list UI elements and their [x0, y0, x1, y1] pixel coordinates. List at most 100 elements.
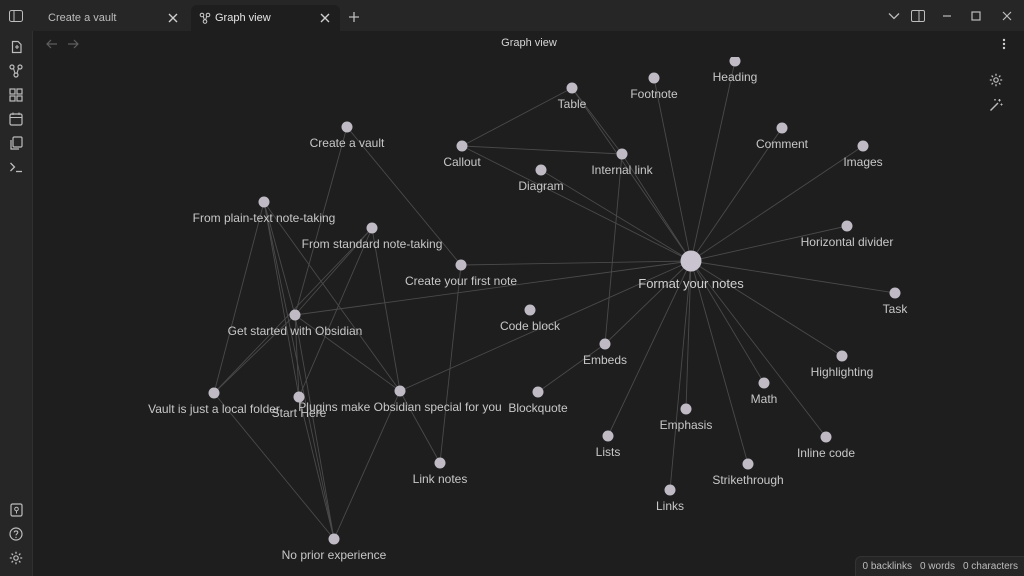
graph-edge: [604, 260, 692, 345]
graph-node-label: Blockquote: [508, 401, 568, 415]
graph-edge: [263, 201, 300, 398]
split-view-icon[interactable]: [909, 7, 927, 25]
graph-node-label: Inline code: [797, 446, 855, 460]
graph-node-label: From standard note-taking: [302, 237, 443, 251]
tab-create-a-vault[interactable]: Create a vault: [36, 5, 188, 31]
graph-node-plaintext[interactable]: [258, 196, 270, 208]
graph-node-vaultfolder[interactable]: [208, 387, 220, 399]
graph-node-label: Format your notes: [638, 276, 744, 291]
graph-node-firstnote[interactable]: [455, 259, 467, 271]
close-icon[interactable]: [318, 11, 332, 25]
graph-node-inlinecode[interactable]: [820, 431, 832, 443]
graph-node-format[interactable]: [680, 250, 702, 272]
graph-node-label: Create a vault: [310, 136, 385, 150]
graph-svg[interactable]: Format your notes Heading Footnote Table Com…: [34, 57, 1024, 576]
graph-node-strikethrough[interactable]: [742, 458, 754, 470]
graph-node-embeds[interactable]: [599, 338, 611, 350]
graph-edge: [461, 145, 623, 155]
graph-node-heading[interactable]: [729, 57, 741, 67]
graph-edge: [537, 343, 606, 393]
graph-node-label: Horizontal divider: [801, 235, 894, 249]
graph-node-plugins[interactable]: [394, 385, 406, 397]
open-files-icon[interactable]: [6, 37, 26, 57]
graph-node-blockquote[interactable]: [532, 386, 544, 398]
graph-edge: [604, 153, 623, 345]
graph-node-images[interactable]: [857, 140, 869, 152]
graph-node-highlighting[interactable]: [836, 350, 848, 362]
graph-node-codeblock[interactable]: [524, 304, 536, 316]
graph-node-hdivider[interactable]: [841, 220, 853, 232]
graph-canvas[interactable]: Format your notes Heading Footnote Table Com…: [34, 57, 1024, 576]
graph-node-label: Task: [883, 302, 909, 316]
graph-node-label: Strikethrough: [712, 473, 783, 487]
new-tab-icon[interactable]: [345, 8, 363, 26]
graph-node-comment[interactable]: [776, 122, 788, 134]
graph-node-footnote[interactable]: [648, 72, 660, 84]
animate-wand-icon[interactable]: [989, 98, 1007, 116]
graph-node-label: Lists: [596, 445, 621, 459]
graph-node-label: Diagram: [518, 179, 563, 193]
vault-icon[interactable]: [6, 500, 26, 520]
backlinks-count[interactable]: 0 backlinks: [862, 561, 911, 572]
graph-edge: [461, 145, 692, 262]
graph-node-label: Heading: [713, 70, 758, 84]
graph-node-label: Emphasis: [660, 418, 713, 432]
graph-edge: [371, 227, 401, 392]
maximize-icon[interactable]: [967, 7, 985, 25]
copy-icon[interactable]: [6, 133, 26, 153]
sidebar-toggle-icon[interactable]: [6, 6, 26, 26]
graph-edge: [461, 87, 573, 147]
graph-node-label: Comment: [756, 137, 809, 151]
graph-node-label: Vault is just a local folder: [148, 402, 280, 416]
graph-node-lists[interactable]: [602, 430, 614, 442]
graph-edge: [263, 201, 335, 540]
graph-node-label: Footnote: [630, 87, 678, 101]
graph-node-math[interactable]: [758, 377, 770, 389]
graph-node-emphasis[interactable]: [680, 403, 692, 415]
close-icon[interactable]: [166, 11, 180, 25]
graph-edge: [460, 260, 692, 266]
title-bar: Create a vault Graph view: [0, 0, 1024, 31]
graph-node-callout[interactable]: [456, 140, 468, 152]
graph-node-task[interactable]: [889, 287, 901, 299]
graph-node-diagram[interactable]: [535, 164, 547, 176]
tab-label: Create a vault: [48, 12, 117, 24]
chevron-down-icon[interactable]: [885, 7, 903, 25]
graph-settings-icon[interactable]: [989, 73, 1007, 91]
graph-node-internal[interactable]: [616, 148, 628, 160]
graph-node-links[interactable]: [664, 484, 676, 496]
view-header: Graph view: [34, 31, 1024, 57]
graph-node-getstarted[interactable]: [289, 309, 301, 321]
calendar-icon[interactable]: [6, 109, 26, 129]
tab-graph-view[interactable]: Graph view: [191, 5, 340, 31]
graph-edge: [669, 260, 692, 491]
close-window-icon[interactable]: [998, 7, 1016, 25]
graph-node-label: Table: [558, 97, 587, 111]
graph-node-label: Link notes: [413, 472, 468, 486]
graph-node-label: No prior experience: [282, 548, 387, 562]
more-options-icon[interactable]: [996, 36, 1012, 52]
character-count: 0 characters: [962, 561, 1018, 572]
settings-icon[interactable]: [6, 548, 26, 568]
graph-icon[interactable]: [6, 61, 26, 81]
graph-node-label: Plugins make Obsidian special for you: [298, 400, 501, 414]
graph-node-standard[interactable]: [366, 222, 378, 234]
graph-node-label: Embeds: [583, 353, 627, 367]
graph-node-label: Math: [751, 392, 778, 406]
canvas-icon[interactable]: [6, 85, 26, 105]
graph-node-label: Images: [843, 155, 882, 169]
status-bar: 0 backlinks 0 words 0 characters: [855, 556, 1024, 576]
graph-node-label: Links: [656, 499, 684, 513]
tab-label: Graph view: [215, 12, 271, 24]
graph-node-table[interactable]: [566, 82, 578, 94]
graph-node-linknotes[interactable]: [434, 457, 446, 469]
terminal-icon[interactable]: [6, 157, 26, 177]
graph-node-noprior[interactable]: [328, 533, 340, 545]
graph-node-label: Code block: [500, 319, 561, 333]
ribbon: [0, 31, 33, 576]
graph-edge: [263, 201, 401, 392]
help-icon[interactable]: [6, 524, 26, 544]
minimize-icon[interactable]: [938, 7, 956, 25]
graph-node-createvault[interactable]: [341, 121, 353, 133]
graph-node-label: Callout: [443, 155, 481, 169]
